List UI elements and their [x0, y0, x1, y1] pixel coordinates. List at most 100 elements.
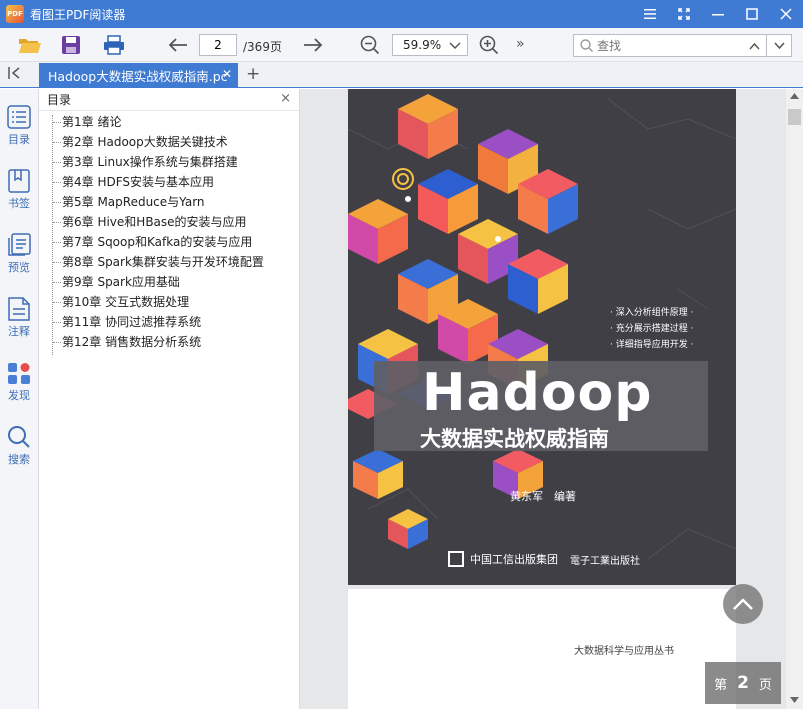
outline-list: 第1章 绪论 第2章 Hadoop大数据关键技术 第3章 Linux操作系统与集… — [39, 111, 299, 355]
sidebar-item-search[interactable]: 搜索 — [0, 425, 38, 481]
fullscreen-icon — [678, 8, 690, 20]
outline-panel: 目录 × 第1章 绪论 第2章 Hadoop大数据关键技术 第3章 Linux操… — [39, 89, 300, 709]
cover-author: 黄东军 编著 — [510, 490, 576, 503]
search-icon — [8, 426, 30, 448]
outline-item-ch3[interactable]: 第3章 Linux操作系统与集群搭建 — [49, 152, 299, 172]
zoom-in-button[interactable] — [476, 33, 502, 57]
minimize-button[interactable] — [701, 0, 735, 28]
sidebar-item-discover[interactable]: 发现 — [0, 361, 38, 417]
cover-publisher: 中国工信出版集团 電子工業出版社 — [448, 551, 640, 567]
outline-item-ch4[interactable]: 第4章 HDFS安装与基本应用 — [49, 172, 299, 192]
sidebar: 目录 书签 预览 注释 发现 搜索 — [0, 89, 39, 709]
cover-title-block: Hadoop 大数据实战权威指南 — [374, 361, 708, 451]
sidebar-item-label: 搜索 — [8, 453, 30, 466]
outline-title: 目录 — [47, 93, 72, 107]
scroll-down-arrow-icon[interactable] — [790, 697, 799, 703]
page-indicator-prefix: 第 — [714, 677, 728, 693]
more-tools-button[interactable]: » — [516, 36, 525, 52]
page-indicator-suffix: 页 — [758, 677, 772, 693]
vertical-scrollbar[interactable] — [786, 89, 803, 709]
search-box — [573, 34, 743, 57]
zoom-out-icon — [360, 35, 380, 55]
sidebar-item-label: 预览 — [8, 261, 30, 274]
back-to-top-button[interactable] — [723, 584, 763, 624]
close-window-button[interactable] — [769, 0, 803, 28]
sidebar-item-bookmarks[interactable]: 书签 — [0, 169, 38, 225]
outline-item-ch9[interactable]: 第9章 Spark应用基础 — [49, 272, 299, 292]
cover-title-en: Hadoop — [422, 363, 653, 423]
minimize-icon — [712, 14, 724, 16]
maximize-button[interactable] — [735, 0, 769, 28]
page-indicator: 第 2 页 — [705, 662, 781, 704]
scroll-up-arrow-icon[interactable] — [790, 93, 799, 99]
add-tab-button[interactable]: + — [246, 64, 260, 84]
toolbar: /369页 59.9% » — [0, 28, 803, 62]
series-title: 大数据科学与应用丛书 — [574, 646, 674, 657]
sidebar-item-outline[interactable]: 目录 — [0, 105, 38, 161]
bookmark-icon — [8, 169, 30, 193]
cover-bullet: · 深入分析组件原理 · — [610, 308, 694, 318]
print-button[interactable] — [101, 33, 127, 57]
search-prev-button[interactable] — [742, 34, 767, 57]
sidebar-item-label: 发现 — [8, 389, 30, 402]
sidebar-item-annotations[interactable]: 注释 — [0, 297, 38, 353]
save-icon — [62, 36, 80, 54]
save-button[interactable] — [58, 33, 84, 57]
outline-close-icon[interactable]: × — [280, 91, 291, 106]
cover-bullet: · 充分展示搭建过程 · — [610, 324, 694, 334]
search-next-button[interactable] — [767, 34, 792, 57]
menu-icon — [644, 9, 656, 19]
fullscreen-button[interactable] — [667, 0, 701, 28]
search-input[interactable] — [597, 38, 727, 53]
outline-item-ch12[interactable]: 第12章 销售数据分析系统 — [49, 332, 299, 352]
publisher-name-2: 電子工業出版社 — [570, 555, 640, 567]
sidebar-item-label: 目录 — [8, 133, 30, 146]
sidebar-item-label: 书签 — [8, 197, 30, 210]
chevron-up-icon — [733, 598, 753, 610]
tab-bar: Hadoop大数据实战权威指南.pc ✕ + — [0, 62, 803, 88]
maximize-icon — [746, 8, 758, 20]
total-pages-label: /369页 — [243, 40, 282, 54]
search-icon — [580, 39, 593, 52]
page-indicator-number: 2 — [737, 673, 749, 693]
arrow-right-icon — [304, 38, 323, 52]
publisher-logo-icon — [448, 551, 464, 567]
menu-button[interactable] — [633, 0, 667, 28]
outline-item-ch2[interactable]: 第2章 Hadoop大数据关键技术 — [49, 132, 299, 152]
publisher-name-1: 中国工信出版集团 — [470, 553, 558, 566]
arrow-left-icon — [168, 38, 187, 52]
outline-header: 目录 × — [39, 89, 299, 111]
tab-document[interactable]: Hadoop大数据实战权威指南.pc ✕ — [39, 63, 238, 88]
collapse-left-icon — [8, 67, 20, 79]
outline-item-ch10[interactable]: 第10章 交互式数据处理 — [49, 292, 299, 312]
tab-close-icon[interactable]: ✕ — [222, 67, 232, 81]
sidebar-item-preview[interactable]: 预览 — [0, 233, 38, 289]
outline-item-ch11[interactable]: 第11章 协同过滤推荐系统 — [49, 312, 299, 332]
printer-icon — [104, 35, 124, 55]
chevron-down-icon — [773, 41, 785, 49]
chevron-up-icon — [748, 42, 760, 50]
discover-icon — [8, 363, 30, 384]
outline-item-ch8[interactable]: 第8章 Spark集群安装与开发环境配置 — [49, 252, 299, 272]
close-icon — [780, 8, 792, 20]
page-number-input[interactable] — [199, 34, 237, 56]
prev-page-button[interactable] — [165, 33, 191, 57]
outline-item-ch1[interactable]: 第1章 绪论 — [49, 112, 299, 132]
next-page-button[interactable] — [300, 33, 326, 57]
thumbnail-icon — [8, 233, 31, 256]
outline-item-ch7[interactable]: 第7章 Sqoop和Kafka的安装与应用 — [49, 232, 299, 252]
app-title: 看图王PDF阅读器 — [30, 7, 126, 22]
zoom-out-button[interactable] — [357, 33, 383, 57]
tab-label: Hadoop大数据实战权威指南.pc — [48, 69, 228, 84]
cover-bullets: · 深入分析组件原理 · · 充分展示搭建过程 · · 详细指导应用开发 · — [610, 305, 693, 353]
cover-title-cn: 大数据实战权威指南 — [420, 427, 609, 451]
open-file-button[interactable] — [17, 33, 43, 57]
collapse-sidebar-button[interactable] — [8, 66, 22, 84]
zoom-select[interactable]: 59.9% — [392, 34, 468, 56]
outline-item-ch5[interactable]: 第5章 MapReduce与Yarn — [49, 192, 299, 212]
document-view[interactable]: · 深入分析组件原理 · · 充分展示搭建过程 · · 详细指导应用开发 · H… — [300, 89, 803, 709]
zoom-value: 59.9% — [403, 38, 442, 52]
scrollbar-thumb[interactable] — [788, 109, 801, 125]
cover-bullet: · 详细指导应用开发 · — [610, 340, 694, 350]
outline-item-ch6[interactable]: 第6章 Hive和HBase的安装与应用 — [49, 212, 299, 232]
